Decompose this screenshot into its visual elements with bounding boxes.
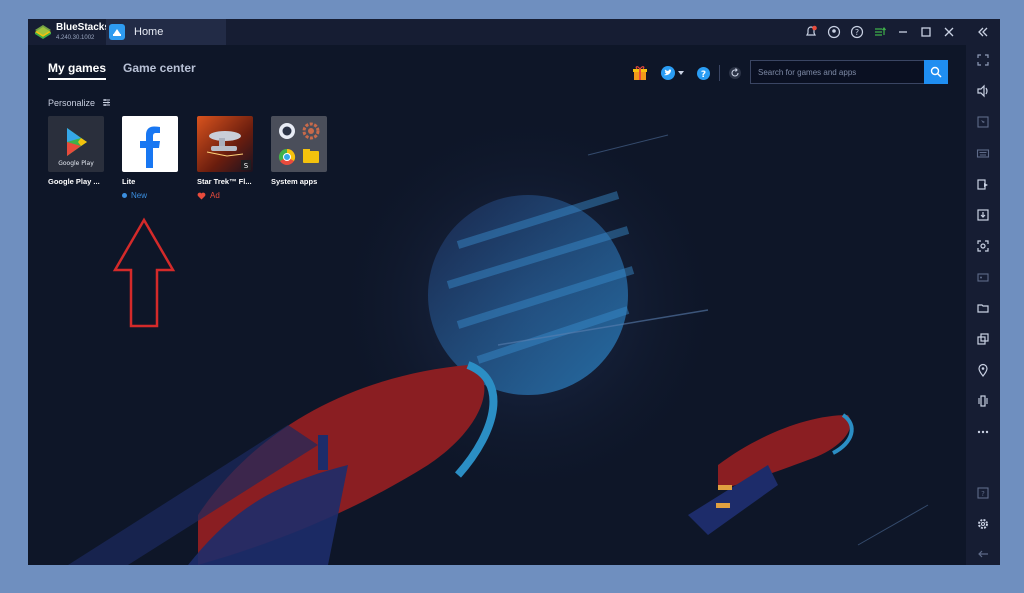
volume-icon[interactable] bbox=[974, 82, 992, 100]
bluestacks-logo-icon bbox=[35, 25, 51, 39]
notification-bell-icon[interactable] bbox=[804, 25, 818, 39]
chevron-down-icon bbox=[678, 71, 684, 75]
personalize-label: Personalize bbox=[48, 98, 96, 108]
ad-badge-label: Ad bbox=[210, 191, 220, 200]
twitter-icon[interactable] bbox=[660, 65, 684, 81]
tab-home-label: Home bbox=[134, 26, 164, 38]
fullscreen-icon[interactable] bbox=[974, 51, 992, 69]
copy-paste-icon[interactable] bbox=[974, 175, 992, 193]
svg-text:Google Play: Google Play bbox=[58, 160, 94, 167]
system-apps-icon bbox=[271, 116, 327, 172]
app-name: Google Play ... bbox=[48, 177, 100, 186]
help-blue-icon[interactable]: ? bbox=[696, 66, 711, 81]
install-apk-icon[interactable] bbox=[974, 206, 992, 224]
multi-instance-icon[interactable] bbox=[974, 330, 992, 348]
app-version: 4.240.30.1002 bbox=[56, 35, 95, 41]
new-dot-icon bbox=[122, 193, 127, 198]
app-name: Star Trek™ Fl... bbox=[197, 177, 252, 186]
minimize-icon[interactable] bbox=[896, 25, 910, 39]
account-icon[interactable] bbox=[827, 25, 841, 39]
settings-icon[interactable] bbox=[974, 515, 992, 533]
pointer-icon[interactable] bbox=[974, 113, 992, 131]
sliders-icon bbox=[102, 99, 110, 106]
app-name: System apps bbox=[271, 177, 318, 186]
maximize-icon[interactable] bbox=[919, 25, 933, 39]
tab-game-center[interactable]: Game center bbox=[123, 61, 196, 75]
star-trek-icon: S bbox=[197, 116, 253, 172]
help-circle-icon[interactable]: ? bbox=[850, 25, 864, 39]
keyboard-icon[interactable] bbox=[974, 144, 992, 162]
right-sidebar: ? bbox=[966, 19, 1000, 565]
facebook-icon bbox=[122, 116, 178, 172]
help-icon[interactable]: ? bbox=[974, 484, 992, 502]
app-brand: BlueStacks 4.240.30.1002 bbox=[56, 22, 110, 44]
heart-icon bbox=[197, 192, 206, 199]
bluestacks-window: BlueStacks 4.240.30.1002 Home ? ? My gam… bbox=[28, 19, 1000, 565]
home-icon bbox=[109, 24, 125, 40]
window-controls: ? bbox=[804, 19, 956, 45]
google-play-icon: Google Play bbox=[48, 116, 104, 172]
svg-text:?: ? bbox=[981, 490, 985, 498]
svg-text:?: ? bbox=[855, 28, 859, 37]
close-icon[interactable] bbox=[942, 25, 956, 39]
gift-icon[interactable] bbox=[632, 65, 648, 81]
location-icon[interactable] bbox=[974, 361, 992, 379]
record-video-icon[interactable] bbox=[974, 268, 992, 286]
header-actions: ? bbox=[632, 63, 742, 83]
app-google-play[interactable]: Google Play Google Play ... bbox=[48, 116, 106, 186]
svg-text:S: S bbox=[244, 162, 249, 170]
app-name: BlueStacks bbox=[56, 22, 110, 33]
menu-sort-icon[interactable] bbox=[873, 25, 887, 39]
new-badge: New bbox=[122, 191, 180, 200]
folder-icon[interactable] bbox=[974, 299, 992, 317]
tab-home[interactable]: Home bbox=[106, 19, 226, 45]
collapse-sidebar-icon[interactable] bbox=[974, 23, 992, 41]
search-input[interactable] bbox=[751, 61, 921, 83]
ad-badge: Ad bbox=[197, 191, 255, 200]
screenshot-icon[interactable] bbox=[974, 237, 992, 255]
refresh-icon[interactable] bbox=[728, 66, 742, 80]
personalize-link[interactable]: Personalize bbox=[48, 98, 111, 108]
search-button[interactable] bbox=[924, 60, 948, 84]
search-box bbox=[750, 60, 948, 84]
app-facebook-lite[interactable]: Lite New bbox=[122, 116, 180, 200]
red-arrow-annotation bbox=[112, 217, 176, 328]
tab-my-games[interactable]: My games bbox=[48, 61, 107, 80]
app-name: Lite bbox=[122, 177, 136, 186]
app-system-apps[interactable]: System apps bbox=[271, 116, 329, 186]
app-star-trek[interactable]: S Star Trek™ Fl... Ad bbox=[197, 116, 255, 200]
svg-text:?: ? bbox=[701, 70, 706, 80]
new-badge-label: New bbox=[131, 191, 148, 200]
back-icon[interactable] bbox=[974, 545, 992, 563]
more-icon[interactable] bbox=[974, 423, 992, 441]
title-bar: BlueStacks 4.240.30.1002 Home ? bbox=[28, 19, 966, 45]
search-icon bbox=[930, 66, 942, 78]
shake-icon[interactable] bbox=[974, 392, 992, 410]
divider bbox=[719, 65, 720, 81]
